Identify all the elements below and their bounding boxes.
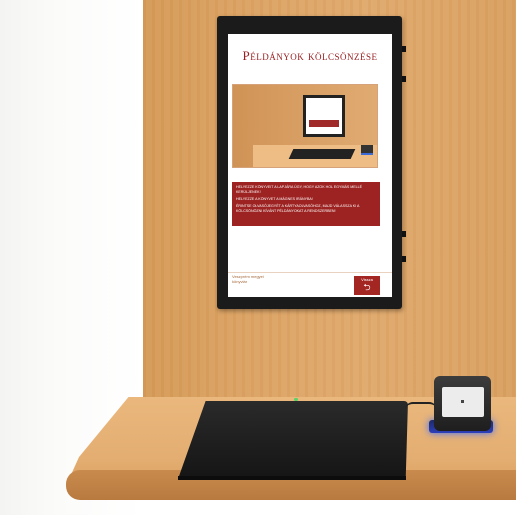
monitor-side-button <box>402 231 406 237</box>
photo-monitor <box>303 95 345 137</box>
reader-cable <box>405 402 437 410</box>
photo-reader <box>361 145 373 155</box>
kiosk-screen: Példányok kölcsönzése Helyezze könyveit … <box>228 34 392 297</box>
return-arrow-icon: ⮌ <box>363 282 371 292</box>
instruction-box: Helyezze könyveit a lapjára úgy, hogy az… <box>232 182 380 226</box>
book-reader-pad <box>178 401 408 479</box>
monitor-side-button <box>402 46 406 52</box>
pad-front-edge <box>178 476 406 480</box>
instruction-item: Helyezze a könyvet a mágnes irányba! <box>236 197 313 201</box>
monitor-side-button <box>402 76 406 82</box>
kiosk-scene: Példányok kölcsönzése Helyezze könyveit … <box>0 0 516 515</box>
instruction-photo <box>232 84 378 168</box>
screen-title: Példányok kölcsönzése <box>242 48 378 63</box>
back-button[interactable]: Vissza ⮌ <box>354 276 380 295</box>
library-logo: Veszprém megyei könyvtár <box>232 274 264 284</box>
instruction-item: Érintse olvasójegyét a kártyaolvasóhoz, … <box>236 204 360 213</box>
instruction-item: Helyezze könyveit a lapjára úgy, hogy az… <box>236 185 363 194</box>
kiosk-monitor: Példányok kölcsönzése Helyezze könyveit … <box>217 16 406 309</box>
monitor-side-button <box>402 256 406 262</box>
footer-divider <box>228 272 392 273</box>
pad-status-light <box>294 398 298 401</box>
card-reader <box>434 376 491 431</box>
photo-pad <box>288 149 356 159</box>
card-reader-screen <box>442 387 484 417</box>
